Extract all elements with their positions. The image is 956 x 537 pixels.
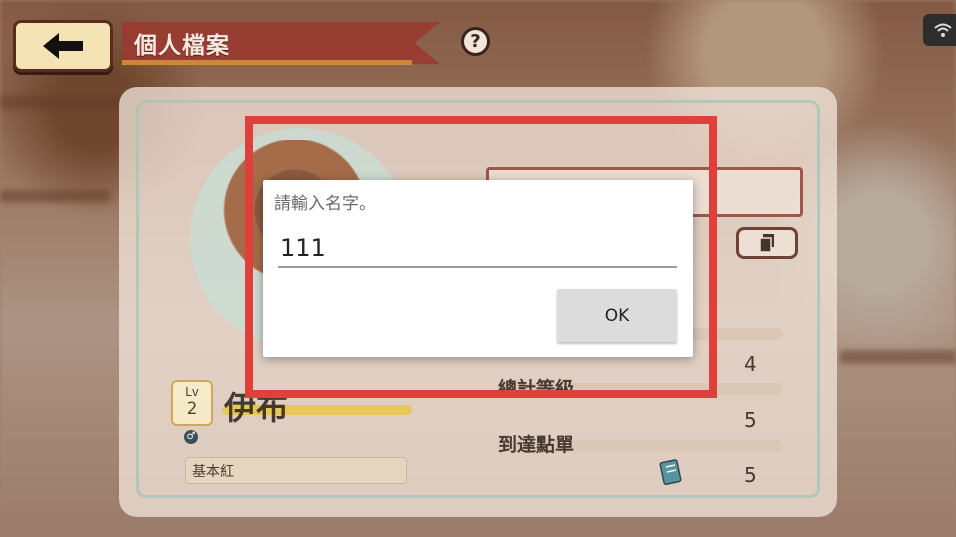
stat-value-total-level: 4 [744,352,757,376]
ribbon-label: 基本紅 [192,464,234,480]
arrow-left-icon [43,33,83,59]
page-title: 個人檔案 [134,33,230,59]
stat-value-orders: 5 [744,408,757,432]
ok-button[interactable]: OK [557,289,677,342]
back-button[interactable] [13,20,113,72]
name-input-dialog: 請輸入名字。 OK [263,180,693,357]
help-button[interactable]: ? [461,27,490,56]
stat-value-notebook: 5 [744,463,757,487]
notebook-icon [659,459,682,485]
wifi-icon [934,23,952,37]
document-icon [759,234,774,252]
level-badge: Lv 2 [171,380,213,426]
level-label: Lv [185,385,199,399]
stat-label-orders: 到達點單 [498,434,575,456]
title-ribbon-accent [122,60,412,65]
wifi-button[interactable] [923,14,956,46]
dialog-title: 請輸入名字。 [274,194,376,214]
level-value: 2 [186,399,198,419]
name-input[interactable] [278,230,677,268]
copy-button[interactable] [736,227,798,259]
male-icon: ♂ [184,430,198,444]
